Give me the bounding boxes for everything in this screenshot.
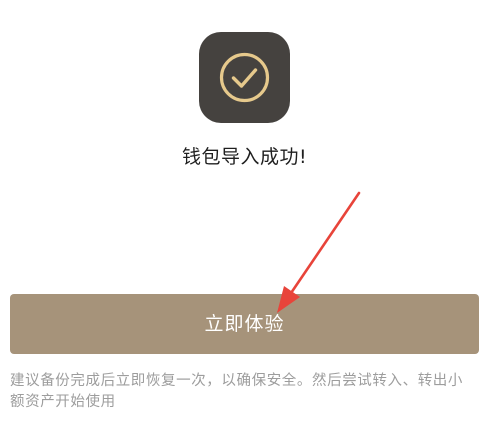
success-icon-tile: [199, 32, 290, 123]
check-circle-icon: [219, 52, 270, 103]
backup-hint-text: 建议备份完成后立即恢复一次，以确保安全。然后尝试转入、转出小额资产开始使用: [10, 373, 463, 410]
success-title: 钱包导入成功!: [181, 146, 308, 168]
start-experience-button[interactable]: 立即体验: [10, 294, 479, 354]
